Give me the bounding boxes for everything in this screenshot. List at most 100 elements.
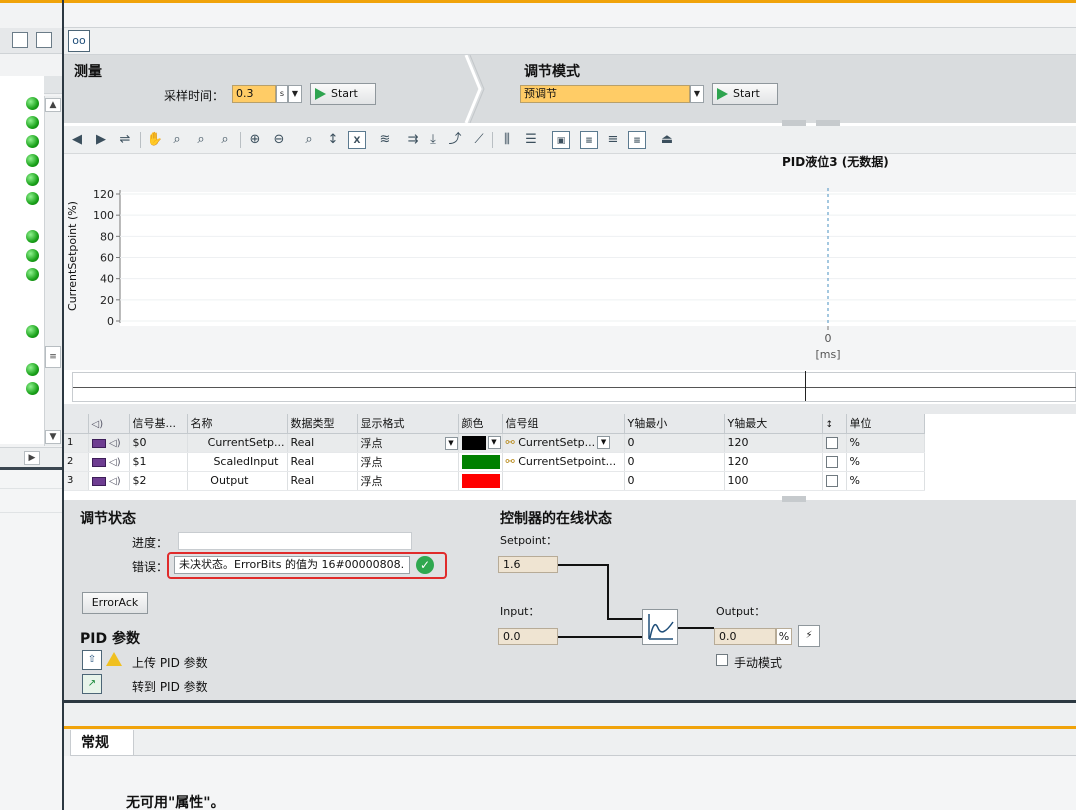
signal-visibility[interactable]: ◁) xyxy=(88,452,130,472)
col-header-format[interactable]: 显示格式 xyxy=(357,414,459,434)
color-swatch[interactable] xyxy=(461,473,500,488)
signal-ymin[interactable]: 0 xyxy=(624,433,725,453)
zoom-reset-icon[interactable]: ⌕ xyxy=(300,131,318,149)
tab-general[interactable]: 常规 xyxy=(70,730,134,756)
left-vertical-scrollbar[interactable]: ▲ ≡ ▼ xyxy=(44,96,62,446)
signal-scale-cell[interactable] xyxy=(822,433,847,453)
erroack-button[interactable]: ErrorAck xyxy=(82,592,148,614)
manual-mode-label[interactable]: 手动模式 xyxy=(734,654,782,671)
x-scale-100-icon[interactable]: X xyxy=(348,131,366,149)
chevron-down-icon[interactable]: ▼ xyxy=(690,85,704,103)
scroll-up-icon[interactable]: ▲ xyxy=(45,98,61,112)
table-row[interactable]: 2 ◁) $1 ScaledInput Real 浮点 ⚯ CurrentSet… xyxy=(64,452,925,472)
signal-chart-icon[interactable]: ≋ xyxy=(376,131,394,149)
signal-scale-cell[interactable] xyxy=(822,471,847,491)
chart-title: PID液位3 (无数据) xyxy=(782,155,889,169)
chevron-down-icon[interactable]: ▼ xyxy=(597,436,611,450)
col-header-color[interactable]: 颜色 xyxy=(458,414,503,434)
scroll-right-icon[interactable]: ▶ xyxy=(24,451,40,465)
col-header-base[interactable]: 信号基... xyxy=(129,414,188,434)
output-manual-icon[interactable]: ⚡ xyxy=(798,625,820,647)
col-header-ymin[interactable]: Y轴最小 xyxy=(624,414,725,434)
setpoint-field[interactable]: 1.6 xyxy=(498,556,558,573)
signal-color-cell[interactable] xyxy=(458,452,503,472)
tuning-mode-select[interactable]: 预调节 xyxy=(520,85,690,103)
signal-color-cell[interactable]: ▼ xyxy=(458,433,503,453)
upload-pid-label[interactable]: 上传 PID 参数 xyxy=(132,654,208,671)
color-swatch[interactable] xyxy=(461,454,500,469)
back-icon[interactable]: ◀ xyxy=(68,131,86,149)
pid-params-title: PID 参数 xyxy=(80,631,140,647)
vertical-ruler-icon[interactable]: ⫼ xyxy=(498,131,516,149)
table-splitter[interactable] xyxy=(64,404,1076,414)
zoom-out-icon[interactable]: ⊖ xyxy=(270,131,288,149)
signal-scale-cell[interactable] xyxy=(822,452,847,472)
trend-plot[interactable]: 0 20 40 60 80 100 120 0 CurrentSetpoint (%) [m… xyxy=(64,170,1076,370)
zoom-in-icon[interactable]: ⊕ xyxy=(246,131,264,149)
zoom-x-icon[interactable]: ⌕ xyxy=(192,131,210,149)
manual-mode-checkbox[interactable] xyxy=(716,654,728,666)
scale-checkbox[interactable] xyxy=(825,437,838,449)
left-horizontal-scrollbar[interactable]: ▶ xyxy=(0,447,62,467)
measure-point-icon[interactable]: ▣ xyxy=(552,131,570,149)
col-header-scale[interactable]: ↕ xyxy=(822,414,847,434)
col-header-ymax[interactable]: Y轴最大 xyxy=(724,414,823,434)
signal-visibility[interactable]: ◁) xyxy=(88,471,130,491)
overview-cursor[interactable] xyxy=(805,371,806,401)
chevron-down-icon[interactable]: ▼ xyxy=(288,85,302,103)
time-cursor-icon[interactable]: ⇉ xyxy=(404,131,422,149)
table-view-icon[interactable] xyxy=(12,32,28,48)
signal-ymax[interactable]: 120 xyxy=(724,433,823,453)
col-header-name[interactable]: 名称 xyxy=(187,414,288,434)
tuning-start-button[interactable]: Start xyxy=(712,83,778,105)
export-table-icon[interactable] xyxy=(36,32,52,48)
align-left-icon[interactable]: ≡ xyxy=(604,131,622,149)
col-header-unit[interactable]: 单位 xyxy=(846,414,925,434)
download-icon[interactable]: ⤓ xyxy=(424,131,442,149)
zoom-area-icon[interactable]: ⌕ xyxy=(168,131,186,149)
time-overview-strip[interactable] xyxy=(72,371,1076,402)
color-swatch[interactable] xyxy=(461,435,486,450)
signal-color-cell[interactable] xyxy=(458,471,503,491)
signal-group-cell[interactable]: ⚯ CurrentSetpoint... xyxy=(502,452,625,472)
sample-time-input[interactable]: 0.3 xyxy=(232,85,276,103)
table-row[interactable]: 1 ◁) $0 CurrentSetp... Real 浮点 ▼ ▼ ⚯ Curr… xyxy=(64,433,925,453)
horizontal-ruler-icon[interactable]: ☰ xyxy=(522,131,540,149)
output-field[interactable]: 0.0 xyxy=(714,628,776,645)
pan-hand-icon[interactable]: ✋ xyxy=(146,131,164,149)
diagonal-line-icon[interactable]: ⟋ xyxy=(470,131,488,149)
monitor-all-icon[interactable]: oo xyxy=(68,30,90,52)
signal-format[interactable]: 浮点 xyxy=(357,471,459,491)
signal-group[interactable] xyxy=(502,471,625,491)
scroll-down-icon[interactable]: ▼ xyxy=(45,430,61,444)
signal-ymax[interactable]: 100 xyxy=(724,471,823,491)
chevron-down-icon[interactable]: ▼ xyxy=(444,437,457,450)
scale-checkbox[interactable] xyxy=(825,456,838,468)
collapse-handle[interactable] xyxy=(782,496,806,502)
col-header-group[interactable]: 信号组 xyxy=(502,414,625,434)
zoom-y-icon[interactable]: ⌕ xyxy=(216,131,234,149)
goto-pid-icon[interactable]: ↗ xyxy=(82,674,102,694)
scale-checkbox[interactable] xyxy=(825,475,838,487)
goto-pid-label[interactable]: 转到 PID 参数 xyxy=(132,678,208,695)
y-scale-100-icon[interactable]: ↕ xyxy=(324,131,342,149)
signal-visibility[interactable]: ◁) xyxy=(88,433,130,453)
list-view-icon[interactable]: ≡ xyxy=(580,131,598,149)
col-header-datatype[interactable]: 数据类型 xyxy=(287,414,358,434)
signal-ymin[interactable]: 0 xyxy=(624,452,725,472)
signal-format-cell[interactable]: 浮点 ▼ xyxy=(357,433,459,453)
signal-group-cell[interactable]: ⚯ CurrentSetp... ▼ xyxy=(502,433,625,453)
chevron-down-icon[interactable]: ▼ xyxy=(487,436,501,449)
signal-ymin[interactable]: 0 xyxy=(624,471,725,491)
scroll-thumb[interactable]: ≡ xyxy=(45,346,61,368)
forward-icon[interactable]: ▶ xyxy=(92,131,110,149)
stop-trend-icon[interactable]: ⇌ xyxy=(116,131,134,149)
export-chart-icon[interactable]: ⏏ xyxy=(658,131,676,149)
signal-format[interactable]: 浮点 xyxy=(357,452,459,472)
measurement-start-button[interactable]: Start xyxy=(310,83,376,105)
upload-pid-icon[interactable]: ⇧ xyxy=(82,650,102,670)
table-row[interactable]: 3 ◁) $2 Output Real 浮点 0 100 % xyxy=(64,471,925,491)
signal-ymax[interactable]: 120 xyxy=(724,452,823,472)
align-justify-icon[interactable]: ≡ xyxy=(628,131,646,149)
trend-line-icon[interactable]: ⤴ xyxy=(446,131,464,149)
